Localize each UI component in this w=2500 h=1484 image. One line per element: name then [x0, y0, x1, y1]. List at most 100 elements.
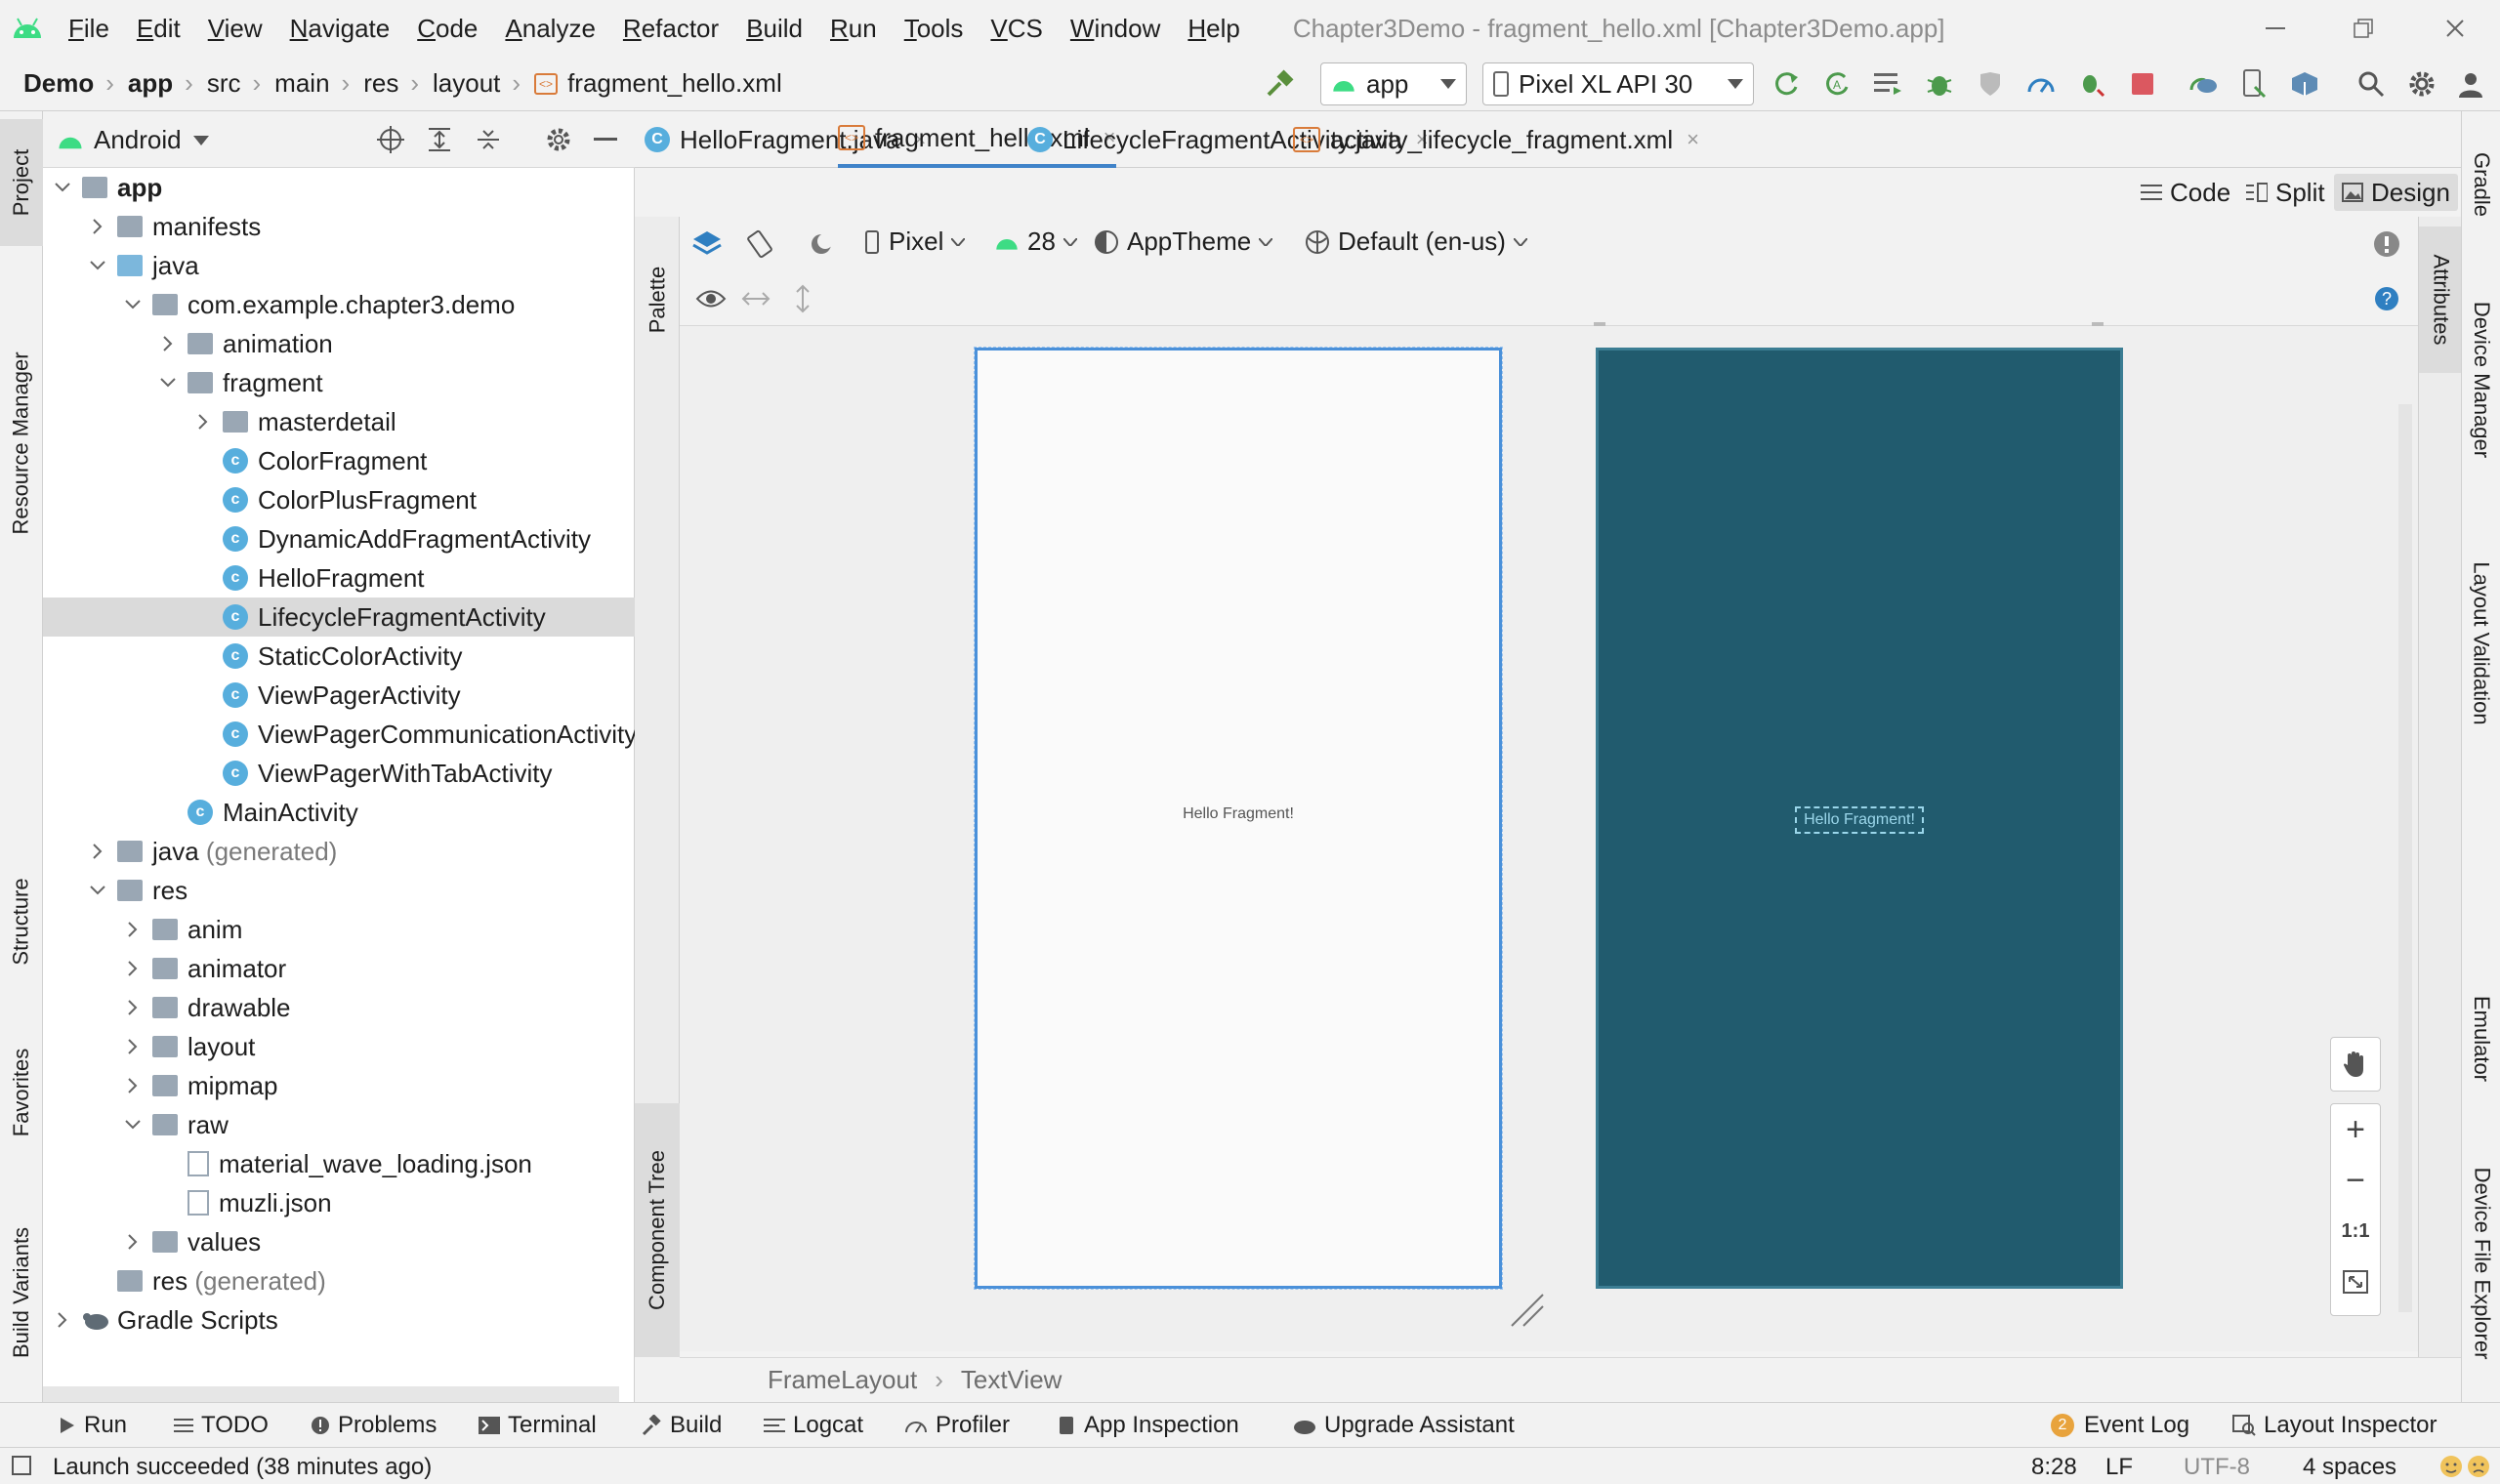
layout-inspector-button[interactable]: Layout Inspector — [2232, 1403, 2437, 1448]
breadcrumb-item[interactable]: app — [128, 68, 173, 99]
design-preview-frame[interactable]: Hello Fragment! — [974, 347, 1503, 1290]
tree-item[interactable]: java (generated) — [43, 832, 635, 871]
breadcrumb-item[interactable]: res — [363, 68, 398, 99]
menu-build[interactable]: Build — [732, 14, 816, 44]
tree-item[interactable]: Gradle Scripts — [43, 1300, 635, 1340]
hide-panel-icon[interactable] — [586, 120, 625, 159]
tree-item[interactable]: c StaticColorActivity — [43, 637, 635, 676]
menu-analyze[interactable]: Analyze — [491, 14, 609, 44]
breadcrumb-framelayout[interactable]: FrameLayout — [768, 1365, 917, 1395]
horizontal-scrollbar[interactable] — [43, 1386, 619, 1402]
app-inspection-tool-button[interactable]: App Inspection — [1057, 1403, 1239, 1448]
breadcrumb-item[interactable]: <> fragment_hello.xml — [534, 68, 782, 99]
status-toggle-icon[interactable] — [12, 1456, 31, 1475]
build-tool-button[interactable]: Build — [641, 1403, 722, 1448]
menu-navigate[interactable]: Navigate — [276, 14, 404, 44]
tree-item[interactable]: masterdetail — [43, 402, 635, 441]
tree-item[interactable]: c ViewPagerActivity — [43, 676, 635, 715]
chevron-down-icon[interactable] — [51, 176, 74, 199]
expand-all-icon[interactable] — [420, 120, 459, 159]
apply-changes-restart-icon[interactable] — [1768, 64, 1807, 103]
tree-item[interactable]: mipmap — [43, 1066, 635, 1105]
menu-edit[interactable]: Edit — [123, 14, 194, 44]
device-preview-select[interactable]: Pixel — [865, 227, 966, 257]
hammer-build-icon[interactable] — [1260, 64, 1299, 103]
api-level-select[interactable]: 28 — [994, 227, 1077, 257]
editor-tab[interactable]: <> activity_lifecycle_fragment.xml × — [1293, 111, 1699, 168]
settings-gear-icon[interactable] — [2402, 64, 2441, 103]
chevron-right-icon[interactable] — [51, 1308, 74, 1332]
menu-run[interactable]: Run — [816, 14, 891, 44]
night-mode-icon[interactable] — [803, 225, 842, 264]
account-icon[interactable] — [2451, 64, 2490, 103]
menu-refactor[interactable]: Refactor — [609, 14, 732, 44]
device-manager-tool-tab[interactable]: Device Manager — [2462, 268, 2500, 492]
menu-vcs[interactable]: VCS — [977, 14, 1056, 44]
profile-icon[interactable] — [2021, 64, 2061, 103]
chevron-right-icon[interactable] — [121, 1074, 145, 1097]
upgrade-assistant-tool-button[interactable]: Upgrade Assistant — [1291, 1403, 1515, 1448]
debug-icon[interactable] — [1920, 64, 1959, 103]
project-tool-tab[interactable]: Project — [0, 119, 43, 246]
problems-tool-button[interactable]: Problems — [311, 1403, 437, 1448]
device-manager-icon[interactable] — [2234, 64, 2273, 103]
memory-face-icon[interactable] — [2467, 1455, 2490, 1478]
restore-button[interactable] — [2334, 8, 2393, 49]
feedback-face-icon[interactable] — [2439, 1455, 2463, 1478]
tree-item[interactable]: res — [43, 871, 635, 910]
menu-help[interactable]: Help — [1174, 14, 1253, 44]
chevron-down-icon[interactable] — [86, 879, 109, 902]
layout-validation-tool-tab[interactable]: Layout Validation — [2462, 521, 2500, 765]
line-separator[interactable]: LF — [2105, 1454, 2133, 1481]
chevron-right-icon[interactable] — [121, 918, 145, 941]
menu-tools[interactable]: Tools — [891, 14, 978, 44]
profiler-tool-button[interactable]: Profiler — [904, 1403, 1010, 1448]
project-view-select[interactable]: Android — [57, 125, 209, 155]
tree-item[interactable]: c LifecycleFragmentActivity — [43, 598, 635, 637]
chevron-right-icon[interactable] — [191, 410, 215, 433]
close-window-button[interactable] — [2426, 8, 2484, 49]
coverage-icon[interactable] — [1971, 64, 2010, 103]
search-icon[interactable] — [2352, 64, 2391, 103]
tree-item[interactable]: animator — [43, 949, 635, 988]
breadcrumb-item[interactable]: layout — [433, 68, 500, 99]
chevron-down-icon[interactable] — [121, 293, 145, 316]
sdk-manager-icon[interactable] — [2285, 64, 2324, 103]
attributes-tab[interactable]: Attributes — [2419, 227, 2462, 373]
favorites-tool-tab[interactable]: Favorites — [0, 1019, 43, 1166]
zoom-actual-size-button[interactable]: 1:1 — [2331, 1206, 2380, 1257]
pan-button[interactable] — [2330, 1037, 2381, 1092]
orientation-icon[interactable] — [740, 225, 779, 264]
tree-item[interactable]: values — [43, 1222, 635, 1261]
tree-item[interactable]: animation — [43, 324, 635, 363]
chevron-right-icon[interactable] — [121, 1230, 145, 1254]
design-canvas[interactable]: Hello Fragment! Hello Fragment! — [680, 322, 2418, 1351]
chevron-down-icon[interactable] — [86, 254, 109, 277]
tree-item[interactable]: c HelloFragment — [43, 558, 635, 598]
tree-item[interactable]: c ColorFragment — [43, 441, 635, 480]
gear-icon[interactable] — [539, 120, 578, 159]
tree-item[interactable]: c ColorPlusFragment — [43, 480, 635, 519]
tree-item[interactable]: fragment — [43, 363, 635, 402]
attach-debugger-icon[interactable] — [2072, 64, 2111, 103]
canvas-vertical-scrollbar[interactable] — [2398, 404, 2412, 1312]
menu-window[interactable]: Window — [1057, 14, 1174, 44]
tree-item[interactable]: c DynamicAddFragmentActivity — [43, 519, 635, 558]
breadcrumb-textview[interactable]: TextView — [961, 1365, 1062, 1395]
apply-code-changes-icon[interactable]: A — [1818, 64, 1857, 103]
tree-item[interactable]: c MainActivity — [43, 793, 635, 832]
resource-manager-tool-tab[interactable]: Resource Manager — [0, 268, 43, 619]
theme-select[interactable]: AppTheme — [1094, 227, 1273, 257]
tree-item[interactable]: app — [43, 168, 635, 207]
build-variants-tool-tab[interactable]: Build Variants — [0, 1195, 43, 1390]
chevron-right-icon[interactable] — [121, 957, 145, 980]
chevron-right-icon[interactable] — [156, 332, 180, 355]
tree-item[interactable]: drawable — [43, 988, 635, 1027]
breadcrumb-item[interactable]: Demo — [23, 68, 94, 99]
blueprint-textview[interactable]: Hello Fragment! — [1795, 806, 1924, 834]
device-file-explorer-tool-tab[interactable]: Device File Explorer — [2462, 1136, 2500, 1390]
chevron-down-icon[interactable] — [121, 1113, 145, 1136]
caret-position[interactable]: 8:28 — [2031, 1454, 2077, 1481]
chevron-right-icon[interactable] — [121, 1035, 145, 1058]
file-encoding[interactable]: UTF-8 — [2184, 1454, 2250, 1481]
